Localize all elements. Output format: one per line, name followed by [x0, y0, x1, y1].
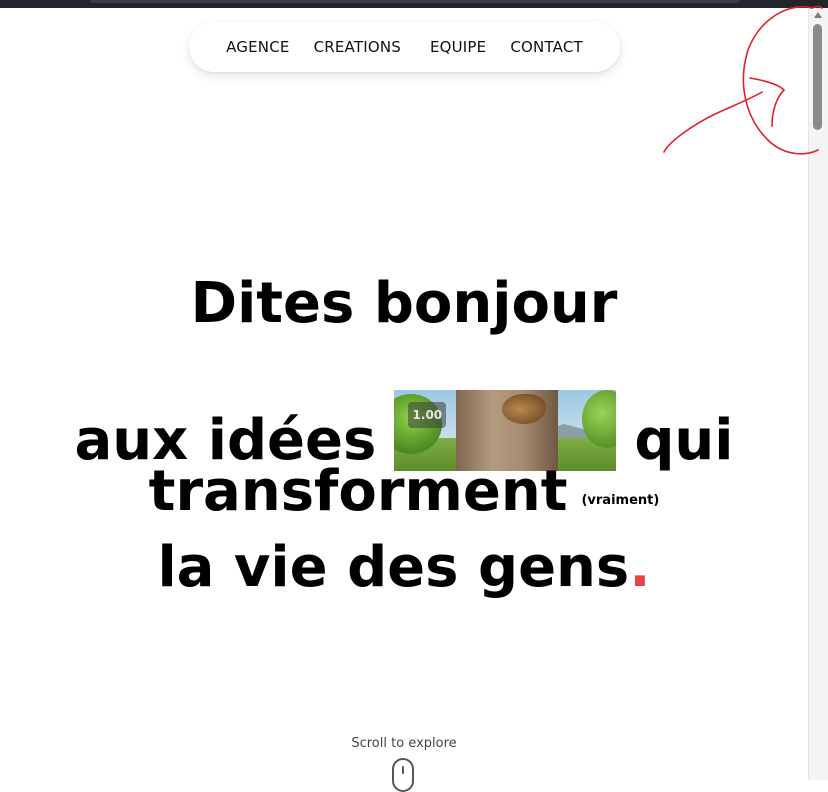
page-scrollbar[interactable]: [808, 8, 828, 780]
mouse-wheel: [402, 766, 404, 774]
scrollbar-thumb[interactable]: [813, 24, 822, 130]
arrow-up-icon[interactable]: [814, 12, 822, 18]
browser-tab-edge: [90, 0, 740, 3]
scroll-hint: Scroll to explore: [351, 736, 457, 751]
nav-item-equipe[interactable]: EQUIPE: [430, 38, 486, 56]
hero-line-1: Dites bonjour: [190, 271, 618, 336]
video-speed-badge: 1.00: [408, 402, 447, 428]
nav-item-contact[interactable]: CONTACT: [510, 38, 583, 56]
hero-accent-dot: .: [629, 535, 651, 600]
page-viewport[interactable]: AGENCE CREATIONS EQUIPE CONTACT Dites bo…: [0, 8, 808, 780]
hero-text-transforment: transforment: [148, 459, 568, 524]
nav-item-agence[interactable]: AGENCE: [226, 38, 289, 56]
nav-item-creations[interactable]: CREATIONS: [314, 38, 406, 56]
hero-aside-vraiment: (vraiment): [581, 493, 660, 508]
hero-text-la-vie: la vie des gens: [157, 535, 630, 600]
mouse-icon: [392, 758, 414, 792]
browser-top-bar: [0, 0, 828, 8]
hero-line-4: la vie des gens.: [0, 540, 808, 596]
main-nav: AGENCE CREATIONS EQUIPE CONTACT: [189, 22, 620, 72]
hero-line-3: transforment (vraiment): [0, 464, 808, 520]
